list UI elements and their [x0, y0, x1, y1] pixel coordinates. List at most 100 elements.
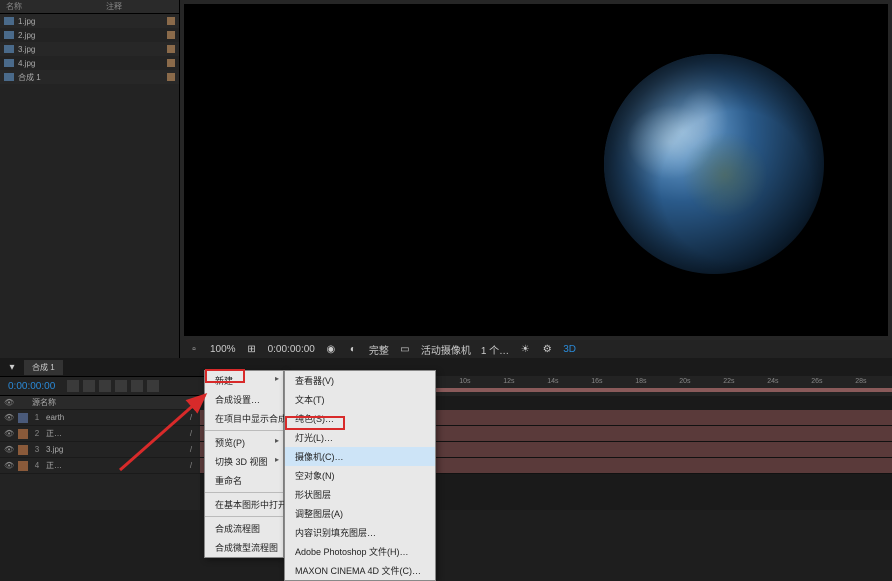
- eye-toggle[interactable]: 👁: [4, 429, 14, 439]
- project-item[interactable]: 合成 1: [0, 70, 179, 84]
- file-icon: [4, 31, 14, 39]
- resolution-dropdown[interactable]: 完整: [369, 342, 389, 357]
- menu-item-camera[interactable]: 摄像机(C)…: [285, 447, 435, 466]
- current-timecode[interactable]: 0:00:00:00: [0, 381, 63, 392]
- menu-item-settings[interactable]: 合成设置…: [205, 390, 283, 409]
- time-tick: 28s: [855, 378, 866, 385]
- viewer-timecode[interactable]: 0:00:00:00: [268, 344, 315, 355]
- menu-item-light[interactable]: 灯光(L)…: [285, 428, 435, 447]
- eye-toggle[interactable]: 👁: [4, 413, 14, 423]
- earth-image: [604, 54, 824, 274]
- menu-item-switch3d[interactable]: 切换 3D 视图: [205, 452, 283, 471]
- project-item[interactable]: 1.jpg: [0, 14, 179, 28]
- menu-item-shape[interactable]: 形状图层: [285, 485, 435, 504]
- menu-item-content[interactable]: 内容识别填充图层…: [285, 523, 435, 542]
- time-tick: 12s: [503, 378, 514, 385]
- switch-icon[interactable]: /: [186, 413, 196, 423]
- time-tick: 18s: [635, 378, 646, 385]
- grid-icon[interactable]: ⊞: [246, 343, 258, 355]
- switch-icon[interactable]: /: [186, 461, 196, 471]
- project-columns: 名称 注释: [0, 0, 179, 14]
- viewer-panel: ▫ 100% ⊞ 0:00:00:00 ◉ ◐ 完整 ▭ 活动摄像机 1 个… …: [180, 0, 892, 358]
- eye-toggle[interactable]: 👁: [4, 445, 14, 455]
- composition-viewer[interactable]: [184, 4, 888, 336]
- context-submenu[interactable]: 查看器(V)文本(T)纯色(S)…灯光(L)…摄像机(C)…空对象(N)形状图层…: [284, 370, 436, 581]
- context-menu[interactable]: 新建合成设置…在项目中显示合成预览(P)切换 3D 视图重命名在基本图形中打开合…: [204, 370, 284, 558]
- tool-icon[interactable]: [83, 380, 95, 392]
- eye-toggle[interactable]: 👁: [4, 461, 14, 471]
- tab-menu-icon[interactable]: ▾: [6, 361, 18, 373]
- menu-item-mini[interactable]: 合成微型流程图: [205, 538, 283, 557]
- time-tick: 26s: [811, 378, 822, 385]
- exposure-icon[interactable]: ☀: [519, 343, 531, 355]
- label-swatch: [167, 17, 175, 25]
- switch-icon[interactable]: /: [186, 429, 196, 439]
- snapshot-icon[interactable]: ◉: [325, 343, 337, 355]
- menu-item-rename[interactable]: 重命名: [205, 471, 283, 490]
- label-color[interactable]: [18, 413, 28, 423]
- timeline-tabs: ▾ 合成 1: [0, 358, 892, 376]
- comp-icon: [4, 73, 14, 81]
- label-color[interactable]: [18, 445, 28, 455]
- label-swatch: [167, 59, 175, 67]
- layer-row[interactable]: 👁4正…/: [0, 458, 200, 474]
- menu-item-open[interactable]: 在基本图形中打开: [205, 492, 283, 514]
- view-options-icon[interactable]: ⚙: [541, 343, 553, 355]
- file-icon: [4, 59, 14, 67]
- project-item[interactable]: 4.jpg: [0, 56, 179, 70]
- timeline-tab[interactable]: 合成 1: [24, 360, 63, 375]
- menu-item-flow[interactable]: 合成流程图: [205, 516, 283, 538]
- col-name: 名称: [0, 0, 100, 13]
- tool-icon[interactable]: [115, 380, 127, 392]
- layer-row[interactable]: 👁33.jpg/: [0, 442, 200, 458]
- project-panel[interactable]: 名称 注释 1.jpg 2.jpg 3.jpg 4.jpg 合成 1: [0, 0, 180, 358]
- label-color[interactable]: [18, 461, 28, 471]
- menu-item-solid[interactable]: 纯色(S)…: [285, 409, 435, 428]
- menu-item-null[interactable]: 空对象(N): [285, 466, 435, 485]
- zoom-value[interactable]: 100%: [210, 344, 236, 355]
- magnify-icon[interactable]: ▫: [188, 343, 200, 355]
- switch-icon[interactable]: /: [186, 445, 196, 455]
- channel-icon[interactable]: ◐: [347, 343, 359, 355]
- viewer-toolbar: ▫ 100% ⊞ 0:00:00:00 ◉ ◐ 完整 ▭ 活动摄像机 1 个… …: [180, 340, 892, 358]
- views-dropdown[interactable]: 1 个…: [481, 342, 509, 357]
- layer-row[interactable]: 👁1earth/: [0, 410, 200, 426]
- label-swatch: [167, 45, 175, 53]
- menu-item-reveal[interactable]: 在项目中显示合成: [205, 409, 283, 428]
- label-swatch: [167, 73, 175, 81]
- menu-item-text[interactable]: 文本(T): [285, 390, 435, 409]
- tool-icon[interactable]: [131, 380, 143, 392]
- time-tick: 14s: [547, 378, 558, 385]
- menu-item-viewer[interactable]: 查看器(V): [285, 371, 435, 390]
- layer-row[interactable]: 👁2正…/: [0, 426, 200, 442]
- time-tick: 10s: [459, 378, 470, 385]
- col-comment: 注释: [100, 0, 128, 13]
- time-tick: 16s: [591, 378, 602, 385]
- menu-item-new[interactable]: 新建: [205, 371, 283, 390]
- layer-panel: 👁 源名称 ⚬ 👁1earth/ 👁2正…/ 👁33.jpg/ 👁4正…/: [0, 396, 200, 510]
- menu-item-adjust[interactable]: 调整图层(A): [285, 504, 435, 523]
- mask-icon[interactable]: ▭: [399, 343, 411, 355]
- menu-item-c4d[interactable]: MAXON CINEMA 4D 文件(C)…: [285, 561, 435, 580]
- eye-column: 👁: [4, 398, 14, 408]
- label-color[interactable]: [18, 429, 28, 439]
- time-tick: 22s: [723, 378, 734, 385]
- lock-column: [18, 398, 28, 408]
- label-swatch: [167, 31, 175, 39]
- camera-dropdown[interactable]: 活动摄像机: [421, 342, 471, 357]
- menu-item-psd[interactable]: Adobe Photoshop 文件(H)…: [285, 542, 435, 561]
- menu-item-preview[interactable]: 预览(P): [205, 430, 283, 452]
- time-tick: 20s: [679, 378, 690, 385]
- 3d-toggle[interactable]: 3D: [563, 344, 576, 355]
- search-icon[interactable]: [67, 380, 79, 392]
- project-item[interactable]: 2.jpg: [0, 28, 179, 42]
- layer-name-column: 源名称: [32, 397, 182, 408]
- tool-icon[interactable]: [147, 380, 159, 392]
- time-tick: 24s: [767, 378, 778, 385]
- switches-column: ⚬: [186, 398, 196, 408]
- tool-icon[interactable]: [99, 380, 111, 392]
- project-item[interactable]: 3.jpg: [0, 42, 179, 56]
- file-icon: [4, 45, 14, 53]
- layer-header: 👁 源名称 ⚬: [0, 396, 200, 410]
- file-icon: [4, 17, 14, 25]
